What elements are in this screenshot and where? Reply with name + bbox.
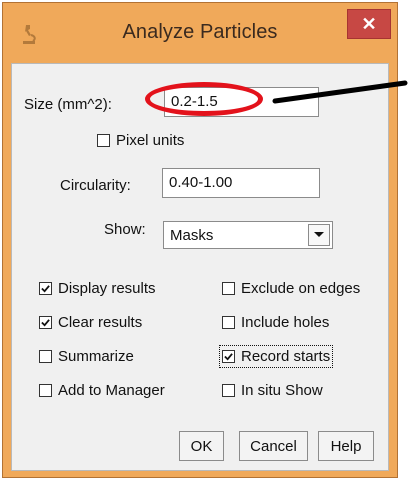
size-label: Size (mm^2): [24,96,112,113]
clear-results-label: Clear results [58,314,143,331]
in-situ-show-checkbox[interactable]: In situ Show [222,382,323,399]
pixel-units-label: Pixel units [116,132,185,149]
close-button[interactable]: ✕ [347,9,391,39]
window-title: Analyze Particles [122,21,278,43]
checkbox-box [222,384,235,397]
display-results-label: Display results [58,280,156,297]
ok-button[interactable]: OK [179,431,224,461]
checkbox-box [222,316,235,329]
show-select[interactable]: Masks [163,221,333,249]
include-holes-checkbox[interactable]: Include holes [222,314,329,331]
dialog-body: Size (mm^2): 0.2-1.5 Pixel units Circula… [11,63,389,471]
help-button[interactable]: Help [318,431,374,461]
checkbox-box [222,282,235,295]
circularity-label: Circularity: [60,177,131,194]
summarize-checkbox[interactable]: Summarize [39,348,134,365]
record-starts-checkbox[interactable]: Record starts [218,345,334,368]
checkbox-box [97,134,110,147]
close-icon: ✕ [361,14,377,34]
checkbox-box [39,384,52,397]
chevron-down-icon[interactable] [308,224,330,246]
checkbox-box [222,350,235,363]
add-to-manager-checkbox[interactable]: Add to Manager [39,382,165,399]
size-input[interactable]: 0.2-1.5 [164,87,319,117]
show-label: Show: [104,221,146,238]
checkbox-box [39,282,52,295]
display-results-checkbox[interactable]: Display results [39,280,156,297]
checkbox-box [39,350,52,363]
add-to-manager-label: Add to Manager [58,382,165,399]
summarize-label: Summarize [58,348,134,365]
clear-results-checkbox[interactable]: Clear results [39,314,142,331]
include-holes-label: Include holes [241,314,330,331]
record-starts-label: Record starts [241,348,331,365]
in-situ-show-label: In situ Show [241,382,323,399]
pixel-units-checkbox[interactable]: Pixel units [97,132,184,149]
title-bar: Analyze Particles ✕ [3,3,397,61]
cancel-button[interactable]: Cancel [239,431,308,461]
checkbox-box [39,316,52,329]
exclude-on-edges-label: Exclude on edges [241,280,361,297]
show-selected-value: Masks [170,227,214,244]
circularity-input[interactable]: 0.40-1.00 [162,168,320,198]
analyze-particles-dialog: Analyze Particles ✕ Size (mm^2): 0.2-1.5… [2,2,408,478]
exclude-on-edges-checkbox[interactable]: Exclude on edges [222,280,360,297]
